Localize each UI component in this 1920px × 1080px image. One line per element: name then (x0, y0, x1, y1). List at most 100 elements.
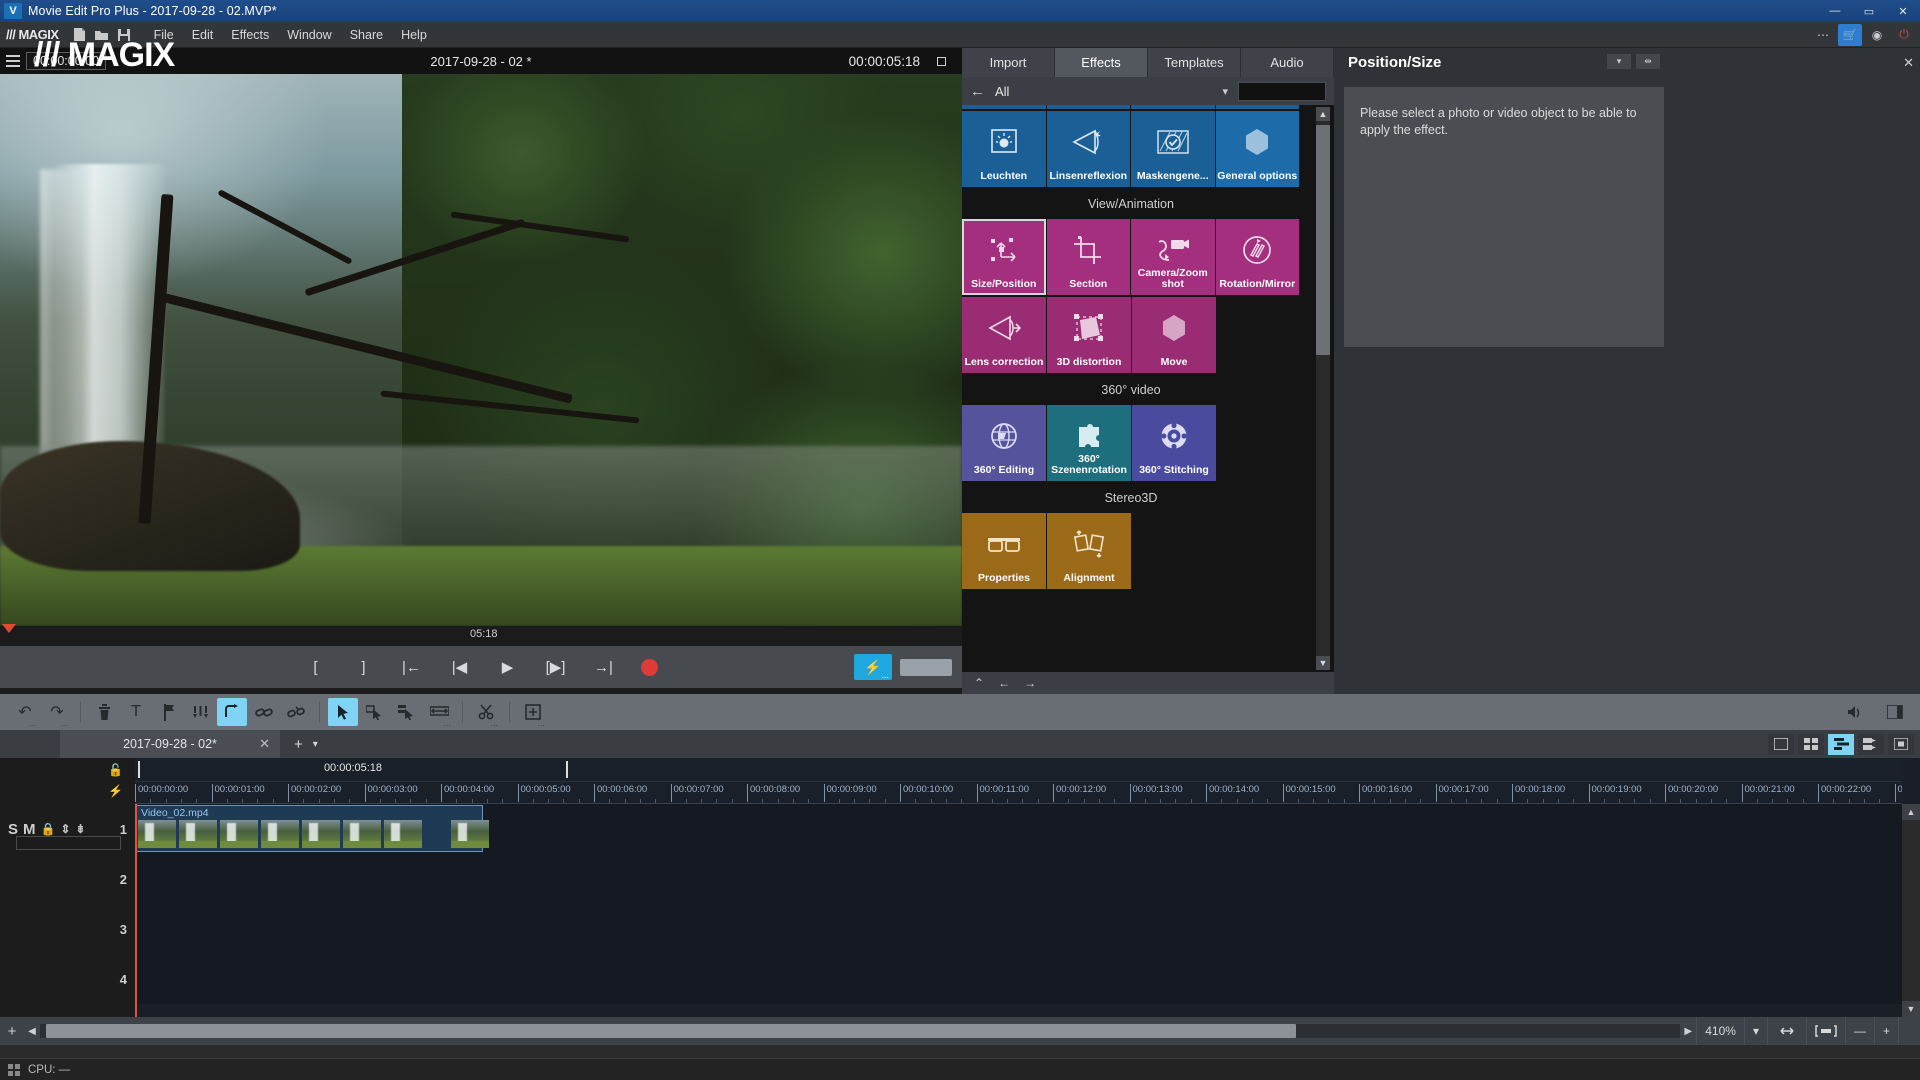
new-document-icon[interactable] (69, 24, 91, 46)
view-scene-overview-button[interactable] (1858, 733, 1884, 755)
marker-button[interactable] (153, 698, 183, 726)
preset-dropdown-icon[interactable]: ▾ (1607, 54, 1631, 69)
scroll-up-icon[interactable]: ▲ (1902, 804, 1920, 820)
scroll-down-icon[interactable]: ▼ (1902, 1001, 1920, 1017)
collapse-icon[interactable]: ⌃ (974, 676, 984, 690)
timeline-clip[interactable]: Video_02.mp4 (135, 805, 489, 852)
jump-to-end-button[interactable]: →| (593, 655, 615, 679)
store-icon[interactable]: 🛒 (1838, 23, 1862, 46)
zoom-in-button[interactable]: + (1873, 1017, 1898, 1045)
effect-tile-360-editing[interactable]: 360° Editing (962, 405, 1046, 481)
panel-toggle-icon[interactable] (1880, 698, 1910, 726)
back-arrow-icon[interactable]: ← (970, 83, 985, 100)
menu-window[interactable]: Window (278, 25, 340, 45)
effect-tile-unschaerfe[interactable]: Unschärfe (1215, 105, 1299, 109)
effect-tile-general-options[interactable]: General options (1215, 111, 1299, 187)
minimize-button[interactable]: — (1818, 0, 1852, 22)
loop-button[interactable] (217, 698, 247, 726)
view-storyboard-button[interactable] (1768, 733, 1794, 755)
account-icon[interactable]: ◉ (1865, 24, 1889, 46)
effect-tile-rotation-mirror[interactable]: Rotation/Mirror (1215, 219, 1299, 295)
effect-tile-size-position[interactable]: Size/Position (962, 219, 1046, 295)
open-folder-icon[interactable] (91, 24, 113, 46)
effect-tile-mercalli[interactable]: Mercalli 2.0 (962, 105, 1046, 109)
play-range-handles[interactable]: 00:00:05:18 (138, 761, 568, 778)
reset-icon[interactable]: ⇹ (1636, 54, 1660, 69)
add-track-button[interactable]: + (0, 1023, 24, 1040)
tab-templates[interactable]: Templates (1148, 48, 1241, 77)
horizontal-scroll-thumb[interactable] (46, 1024, 1296, 1038)
view-maximize-button[interactable] (1888, 733, 1914, 755)
effect-tile-360-stitching[interactable]: 360° Stitching (1132, 405, 1216, 481)
timeline-track[interactable]: 3 (0, 904, 1902, 954)
timeline-vertical-scrollbar[interactable]: ▲ ▼ (1902, 804, 1920, 1017)
track-lane[interactable] (135, 854, 1902, 904)
effects-filter-label[interactable]: All (995, 84, 1212, 99)
effect-tile-lens-correction[interactable]: Lens correction (962, 297, 1046, 373)
group-button[interactable] (249, 698, 279, 726)
tab-import[interactable]: Import (962, 48, 1055, 77)
menu-edit[interactable]: Edit (183, 25, 223, 45)
add-project-button[interactable]: + (294, 736, 303, 753)
effects-search-input[interactable] (1238, 81, 1326, 101)
effect-tile-linsenreflexion[interactable]: Linsenreflexion (1046, 111, 1130, 187)
undo-button[interactable]: ↶ (10, 698, 40, 728)
forward-icon[interactable]: → (1024, 676, 1036, 690)
close-icon[interactable]: ✕ (259, 736, 270, 752)
track-solo-button[interactable]: S (8, 821, 18, 838)
ungroup-button[interactable] (281, 698, 311, 726)
scroll-down-icon[interactable]: ▼ (1316, 656, 1330, 670)
effect-tile-properties[interactable]: Properties (962, 513, 1046, 589)
timeline-ruler[interactable]: 00:00:00:00 00:00:01:00 00:00:02:00 00:00:0… (135, 782, 1902, 804)
close-icon[interactable]: ✕ (1903, 55, 1914, 71)
stretch-mode-button[interactable] (424, 698, 454, 728)
tab-audio[interactable]: Audio (1241, 48, 1334, 77)
overflow-icon[interactable]: ⋯ (1811, 24, 1835, 46)
menu-help[interactable]: Help (392, 25, 436, 45)
effect-tile-stanzformen[interactable]: Stanzformen (1131, 105, 1215, 109)
play-range-button[interactable]: [▶] (545, 655, 567, 679)
tab-effects[interactable]: Effects (1055, 48, 1148, 77)
timeline-track[interactable]: S M 🔒 ⇕ ⇟ 1 Video_02.mp4 (0, 804, 1902, 854)
timeline-track[interactable]: 4 (0, 954, 1902, 1004)
volume-icon[interactable]: ⇟ (76, 822, 86, 836)
preview-scrubber[interactable]: 05:18 (0, 624, 962, 646)
back-icon[interactable]: ← (998, 676, 1010, 690)
scroll-up-icon[interactable]: ▲ (1316, 107, 1330, 121)
track-name-field[interactable] (16, 836, 121, 850)
all-tracks-mode-button[interactable] (392, 698, 422, 726)
record-button[interactable] (640, 658, 658, 676)
project-tab[interactable]: 2017-09-28 - 02* ✕ (60, 730, 280, 758)
set-in-point-button[interactable]: [ (305, 655, 327, 679)
zoom-reset-button[interactable] (1898, 1017, 1920, 1045)
effects-scroll-thumb[interactable] (1316, 125, 1330, 355)
fit-width-icon[interactable] (1766, 1017, 1806, 1045)
maximize-icon[interactable] (937, 56, 946, 66)
view-multicam-button[interactable] (1798, 733, 1824, 755)
effect-tile-leuchten[interactable]: Leuchten (962, 111, 1046, 187)
track-mute-button[interactable]: M (23, 821, 36, 838)
effect-tile-camera-zoom[interactable]: Camera/Zoom shot (1131, 219, 1215, 295)
close-button[interactable]: ✕ (1886, 0, 1920, 22)
chevron-down-icon[interactable]: ▾ (313, 739, 318, 750)
timeline-horizontal-scrollbar[interactable] (40, 1024, 1681, 1038)
play-button[interactable]: ▶ (497, 655, 519, 679)
effect-tile-move[interactable]: Move (1132, 297, 1216, 373)
track-lane[interactable] (135, 904, 1902, 954)
timeline-playhead[interactable] (135, 804, 137, 1017)
track-lane[interactable]: Video_02.mp4 (135, 804, 1902, 854)
effects-tile-grid[interactable]: Mercalli 2.0 Shot match Stanzformen Unsc… (962, 105, 1334, 672)
maximize-button[interactable]: ▭ (1852, 0, 1886, 22)
power-icon[interactable]: ⏻ (1892, 24, 1916, 46)
save-disk-icon[interactable] (113, 24, 135, 46)
timeline-track[interactable]: 2 (0, 854, 1902, 904)
cut-mode-button[interactable] (471, 698, 501, 728)
effect-tile-shot-match[interactable]: Shot match (1046, 105, 1130, 109)
chevron-down-icon[interactable]: ▾ (1743, 1017, 1767, 1045)
mute-speaker-icon[interactable] (1840, 698, 1870, 726)
zoom-selection-icon[interactable] (1805, 1017, 1845, 1045)
jump-to-start-button[interactable]: |← (401, 655, 423, 679)
track-lane[interactable] (135, 954, 1902, 1004)
chevron-down-icon[interactable]: ▾ (1222, 85, 1228, 98)
menu-file[interactable]: File (145, 25, 183, 45)
